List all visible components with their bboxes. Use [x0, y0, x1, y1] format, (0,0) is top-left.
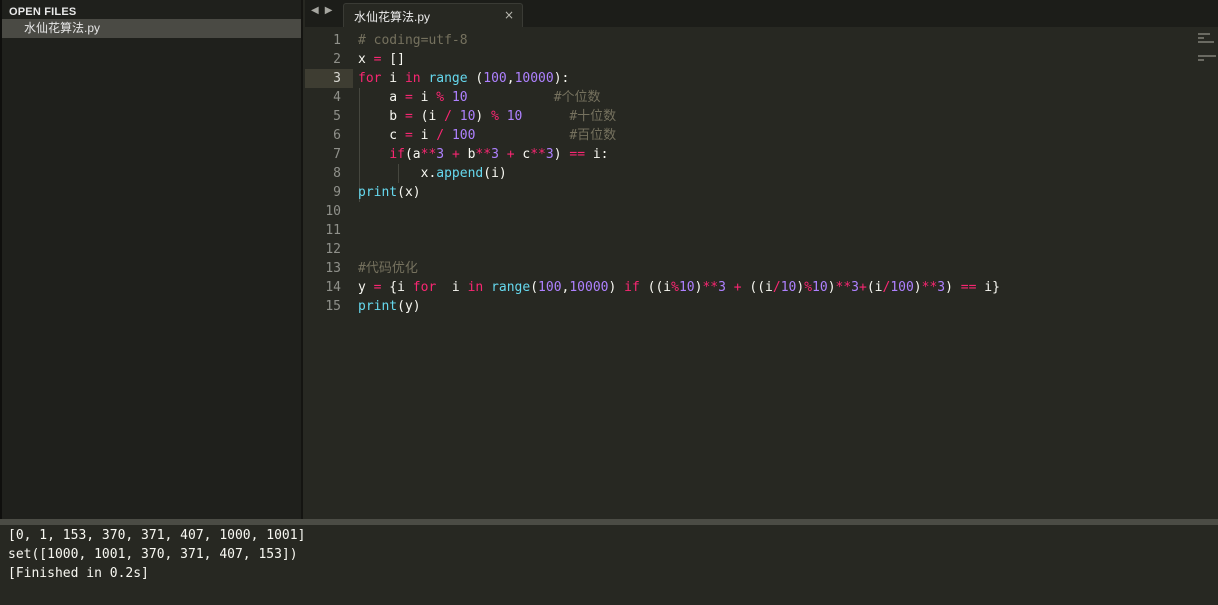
code-line: x = []	[358, 52, 405, 67]
line-number: 5	[333, 109, 341, 124]
minimap-line	[1198, 59, 1204, 61]
tab-bar: ◀ ▶ 水仙花算法.py ×	[305, 0, 1218, 27]
line-gutter: 1 2 3 4 5 6 7 8 9 10 11 12 13 14 15	[305, 27, 349, 519]
minimap-line	[1198, 37, 1204, 39]
line-number: 7	[333, 147, 341, 162]
tab-next-icon[interactable]: ▶	[325, 5, 333, 16]
sidebar-file-item[interactable]: 水仙花算法.py	[2, 19, 301, 38]
code-line: y = {i for i in range(100,10000) if ((i%…	[358, 280, 1000, 295]
code-line: b = (i / 10) % 10 #十位数	[358, 109, 617, 124]
sidebar: OPEN FILES 水仙花算法.py	[0, 0, 303, 519]
build-output-panel: [0, 1, 153, 370, 371, 407, 1000, 1001] s…	[0, 525, 1218, 605]
code-line: print(x)	[358, 185, 421, 200]
minimap[interactable]	[1196, 27, 1218, 67]
minimap-line	[1198, 41, 1214, 43]
line-number: 1	[333, 33, 341, 48]
line-number: 12	[325, 242, 341, 257]
output-line: [Finished in 0.2s]	[8, 566, 149, 581]
line-number: 8	[333, 166, 341, 181]
line-number: 11	[325, 223, 341, 238]
line-number: 14	[325, 280, 341, 295]
code-line: # coding=utf-8	[358, 33, 468, 48]
line-number: 9	[333, 185, 341, 200]
line-number: 15	[325, 299, 341, 314]
code-line: c = i / 100 #百位数	[358, 128, 617, 143]
minimap-line	[1198, 33, 1210, 35]
line-number: 10	[325, 204, 341, 219]
output-line: set([1000, 1001, 370, 371, 407, 153])	[8, 547, 298, 562]
line-number: 2	[333, 52, 341, 67]
sidebar-edge	[0, 0, 2, 519]
line-number: 13	[325, 261, 341, 276]
open-files-header: OPEN FILES	[9, 6, 77, 18]
code-line: print(y)	[358, 299, 421, 314]
tab-label: 水仙花算法.py	[354, 10, 431, 24]
sublime-window: OPEN FILES 水仙花算法.py ◀ ▶ 水仙花算法.py × 1 2 3 …	[0, 0, 1218, 605]
code-line: #代码优化	[358, 261, 418, 276]
line-number-current: 3	[333, 71, 341, 86]
code-line: x.append(i)	[358, 166, 507, 181]
line-number: 4	[333, 90, 341, 105]
code-line: for i in range (100,10000):	[358, 71, 570, 86]
line-number: 6	[333, 128, 341, 143]
output-line: [0, 1, 153, 370, 371, 407, 1000, 1001]	[8, 528, 306, 543]
code-line: if(a**3 + b**3 + c**3) == i:	[389, 147, 609, 162]
tab-navigation: ◀ ▶	[311, 5, 338, 16]
code-line: a = i % 10 #个位数	[358, 90, 601, 105]
close-icon[interactable]: ×	[504, 8, 514, 22]
code-editor[interactable]: 1 2 3 4 5 6 7 8 9 10 11 12 13 14 15 # co…	[305, 27, 1218, 519]
minimap-line	[1198, 55, 1216, 57]
tab-prev-icon[interactable]: ◀	[311, 5, 319, 16]
tab-active-file[interactable]: 水仙花算法.py ×	[343, 3, 523, 27]
